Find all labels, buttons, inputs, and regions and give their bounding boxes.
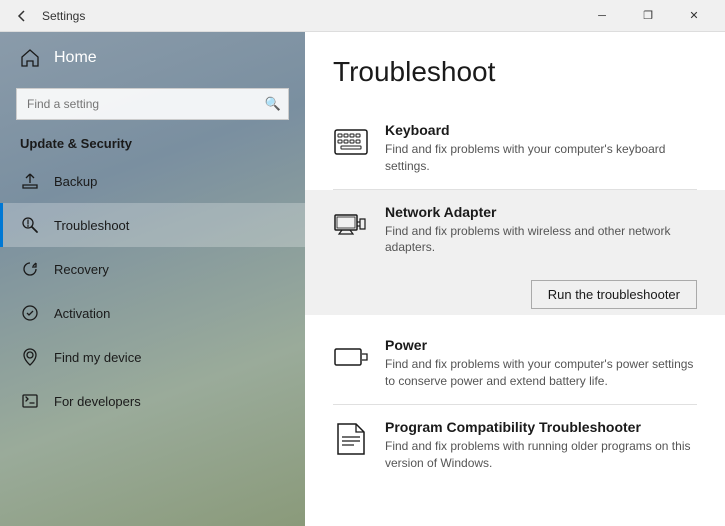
sidebar-item-for-developers-label: For developers <box>54 394 141 409</box>
program-compat-item-desc: Find and fix problems with running older… <box>385 438 697 472</box>
sidebar-item-recovery[interactable]: Recovery <box>0 247 305 291</box>
sidebar-item-find-my-device[interactable]: Find my device <box>0 335 305 379</box>
restore-button[interactable]: ❐ <box>625 0 671 32</box>
back-button[interactable] <box>8 2 36 30</box>
sidebar-item-activation-label: Activation <box>54 306 110 321</box>
sidebar-item-troubleshoot-label: Troubleshoot <box>54 218 129 233</box>
home-icon <box>20 48 40 68</box>
sidebar-section-title: Update & Security <box>0 132 305 159</box>
sidebar: Home 🔍 Update & Security Backup <box>0 32 305 526</box>
main-layout: Home 🔍 Update & Security Backup <box>0 32 725 526</box>
search-input[interactable] <box>16 88 289 120</box>
power-icon <box>333 339 369 375</box>
sidebar-item-troubleshoot[interactable]: Troubleshoot <box>0 203 305 247</box>
troubleshoot-icon <box>20 215 40 235</box>
keyboard-item-desc: Find and fix problems with your computer… <box>385 141 697 175</box>
troubleshoot-item-network: Network Adapter Find and fix problems wi… <box>305 190 725 271</box>
sidebar-item-backup[interactable]: Backup <box>0 159 305 203</box>
for-developers-icon <box>20 391 40 411</box>
find-my-device-icon <box>20 347 40 367</box>
close-button[interactable]: ✕ <box>671 0 717 32</box>
network-item-title: Network Adapter <box>385 204 697 220</box>
network-item-text: Network Adapter Find and fix problems wi… <box>385 204 697 257</box>
sidebar-item-backup-label: Backup <box>54 174 97 189</box>
run-troubleshooter-button[interactable]: Run the troubleshooter <box>531 280 697 309</box>
program-compat-icon <box>333 421 369 457</box>
power-item-text: Power Find and fix problems with your co… <box>385 337 697 390</box>
sidebar-item-find-my-device-label: Find my device <box>54 350 141 365</box>
sidebar-item-recovery-label: Recovery <box>54 262 109 277</box>
run-btn-row: Run the troubleshooter <box>305 270 725 315</box>
search-icon: 🔍 <box>265 96 281 112</box>
keyboard-icon <box>333 124 369 160</box>
minimize-button[interactable]: ─ <box>579 0 625 32</box>
titlebar-title: Settings <box>42 9 85 23</box>
program-compat-item-text: Program Compatibility Troubleshooter Fin… <box>385 419 697 472</box>
keyboard-item-title: Keyboard <box>385 122 697 138</box>
power-item-title: Power <box>385 337 697 353</box>
sidebar-search-container: 🔍 <box>16 88 289 120</box>
sidebar-item-for-developers[interactable]: For developers <box>0 379 305 423</box>
troubleshoot-item-program-compat: Program Compatibility Troubleshooter Fin… <box>333 405 697 486</box>
keyboard-item-text: Keyboard Find and fix problems with your… <box>385 122 697 175</box>
window-controls: ─ ❐ ✕ <box>579 0 717 32</box>
troubleshoot-item-keyboard: Keyboard Find and fix problems with your… <box>333 108 697 189</box>
sidebar-item-activation[interactable]: Activation <box>0 291 305 335</box>
program-compat-item-title: Program Compatibility Troubleshooter <box>385 419 697 435</box>
backup-icon <box>20 171 40 191</box>
sidebar-item-home[interactable]: Home <box>0 32 305 84</box>
recovery-icon <box>20 259 40 279</box>
content-area: Troubleshoot Keyboard Fi <box>305 32 725 526</box>
power-item-desc: Find and fix problems with your computer… <box>385 356 697 390</box>
sidebar-item-home-label: Home <box>54 49 97 67</box>
troubleshoot-item-power: Power Find and fix problems with your co… <box>333 323 697 404</box>
activation-icon <box>20 303 40 323</box>
page-title: Troubleshoot <box>333 56 697 88</box>
titlebar: Settings ─ ❐ ✕ <box>0 0 725 32</box>
network-item-desc: Find and fix problems with wireless and … <box>385 223 697 257</box>
network-icon <box>333 206 369 242</box>
